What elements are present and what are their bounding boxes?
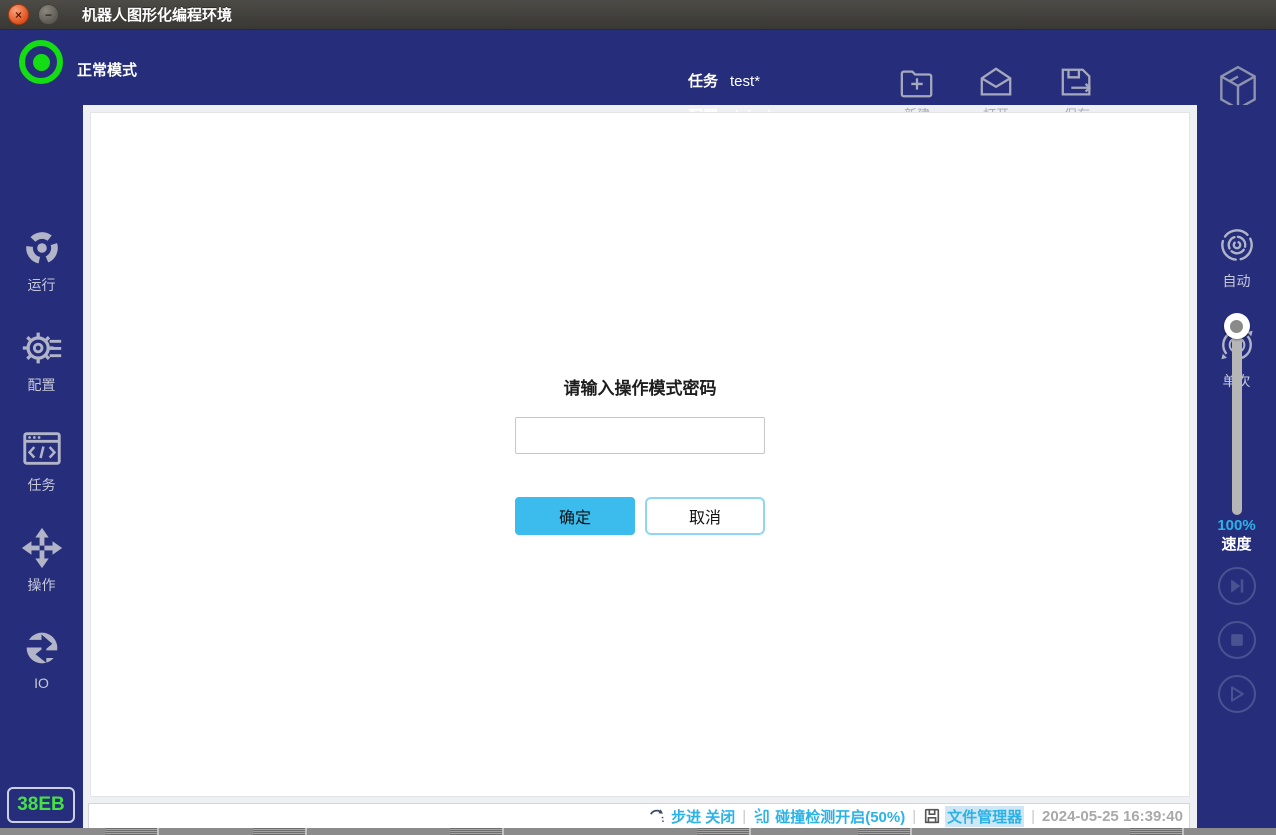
main-panel	[90, 112, 1190, 797]
separator: |	[1031, 808, 1035, 825]
mode-label: 正常模式	[77, 59, 137, 80]
sidebar-item-operate[interactable]: 操作	[0, 525, 83, 595]
strip-tile	[1130, 828, 1184, 835]
strip-tile	[697, 828, 751, 835]
cancel-button[interactable]: 取消	[645, 497, 765, 535]
speed-label: 速度	[1197, 533, 1276, 554]
io-icon	[19, 625, 65, 671]
sidebar-item-config[interactable]: 配置	[0, 325, 83, 395]
collision-icon	[753, 807, 771, 825]
sidebar-item-auto[interactable]: 自动	[1197, 223, 1276, 291]
sidebar-item-task[interactable]: 任务	[0, 425, 83, 495]
separator: |	[912, 808, 916, 825]
separator: |	[742, 808, 746, 825]
app-window: × − 机器人图形化编程环境 正常模式 任务test* 配置default 新建…	[0, 0, 1276, 835]
status-code-badge: 38EB	[7, 787, 75, 823]
file-manager-label: 文件管理器	[945, 806, 1024, 827]
task-value: test*	[730, 73, 760, 90]
auto-label: 自动	[1223, 273, 1251, 289]
strip-tile	[253, 828, 307, 835]
open-mail-icon	[977, 65, 1015, 101]
speed-slider-track[interactable]	[1232, 320, 1242, 515]
operate-label: 操作	[28, 577, 56, 593]
speed-slider-knob[interactable]	[1224, 313, 1250, 339]
auto-mode-icon	[1215, 223, 1259, 267]
collision-detect-label: 碰撞检测开启(50%)	[775, 806, 905, 827]
step-arrow-icon	[649, 807, 667, 825]
app-header: 正常模式 任务test* 配置default 新建 打开	[0, 30, 1276, 105]
io-label: IO	[34, 675, 49, 691]
step-mode-label: 步进 关闭	[671, 806, 735, 827]
play-icon	[1227, 684, 1247, 704]
clock-timestamp: 2024-05-25 16:39:40	[1042, 808, 1183, 825]
speed-percent: 100%	[1197, 517, 1276, 534]
mode-indicator-icon[interactable]	[19, 40, 63, 84]
ok-button[interactable]: 确定	[515, 497, 635, 535]
titlebar: × − 机器人图形化编程环境	[0, 0, 1276, 30]
step-mode-item[interactable]: 步进 关闭	[649, 806, 735, 827]
strip-tile	[450, 828, 504, 835]
stop-icon	[1227, 630, 1247, 650]
config-gear-icon	[19, 325, 65, 371]
close-icon[interactable]: ×	[8, 4, 29, 25]
file-manager-disk-icon	[923, 807, 941, 825]
run-label: 运行	[28, 277, 56, 293]
task-label: 任务	[28, 477, 56, 493]
step-forward-button[interactable]	[1218, 567, 1256, 605]
collision-detect-item[interactable]: 碰撞检测开启(50%)	[753, 806, 905, 827]
move-arrows-icon	[19, 525, 65, 571]
window-title: 机器人图形化编程环境	[82, 4, 232, 25]
strip-tile	[858, 828, 912, 835]
task-key: 任务	[688, 73, 718, 90]
right-sidebar: 自动 1 单次 100% 速度	[1197, 105, 1276, 828]
skip-icon	[1227, 576, 1247, 596]
task-code-icon	[19, 425, 65, 471]
run-icon	[19, 225, 65, 271]
minimize-icon[interactable]: −	[38, 4, 59, 25]
task-row: 任务 test*	[688, 70, 760, 91]
config-label: 配置	[28, 377, 56, 393]
stop-button[interactable]	[1218, 621, 1256, 659]
password-input[interactable]	[515, 417, 765, 454]
statusbar: 步进 关闭 | 碰撞检测开启(50%) | 文件管理器 | 2024-05-25…	[88, 803, 1190, 829]
file-manager-item[interactable]: 文件管理器	[923, 806, 1024, 827]
save-disk-icon	[1058, 65, 1096, 101]
new-folder-icon	[898, 65, 936, 101]
strip-tile	[105, 828, 159, 835]
left-sidebar: 运行 配置 任务	[0, 105, 83, 828]
play-button[interactable]	[1218, 675, 1256, 713]
sidebar-item-run[interactable]: 运行	[0, 225, 83, 295]
sidebar-item-io[interactable]: IO	[0, 625, 83, 691]
occluded-bottom-panel	[0, 828, 1276, 835]
password-prompt: 请输入操作模式密码	[440, 374, 840, 399]
